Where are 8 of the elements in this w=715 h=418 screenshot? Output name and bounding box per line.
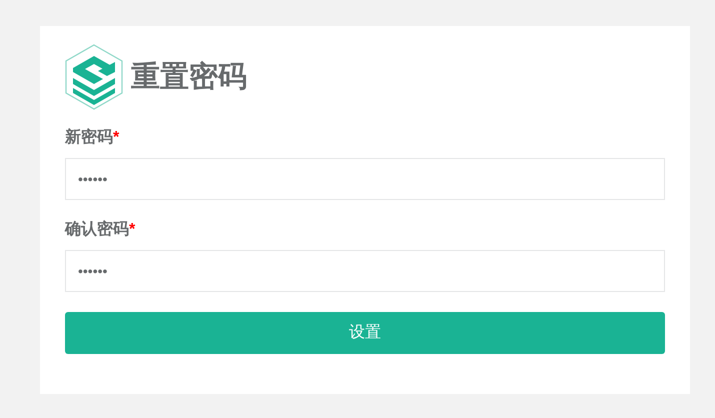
- required-mark: *: [129, 220, 136, 240]
- password-field[interactable]: ••••••: [65, 158, 665, 200]
- password-field[interactable]: ••••••: [65, 250, 665, 292]
- page-title: 重置密码: [131, 62, 247, 92]
- logo-icon: [65, 44, 123, 110]
- required-mark: *: [113, 128, 120, 148]
- field-label: 新密码: [65, 127, 113, 148]
- field-label: 确认密码: [65, 219, 129, 240]
